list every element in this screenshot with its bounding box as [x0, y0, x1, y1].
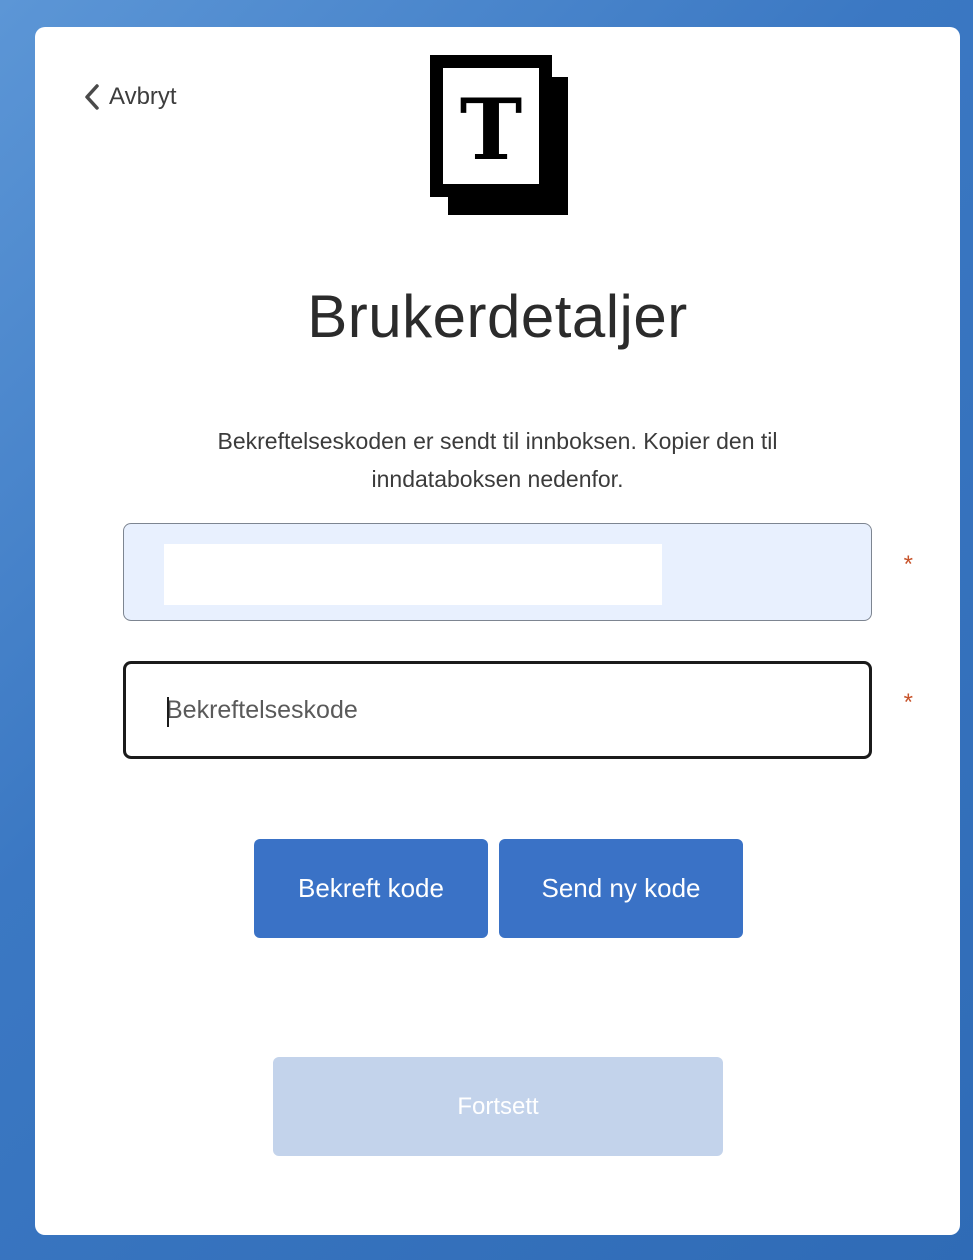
redacted-email-value — [164, 544, 662, 605]
verification-code-input[interactable] — [126, 664, 869, 756]
required-marker: * — [903, 689, 913, 716]
dialog-card: Avbryt T Brukerdetaljer Bekreftelseskode… — [35, 27, 960, 1235]
required-marker: * — [903, 551, 913, 578]
email-field[interactable] — [123, 523, 872, 621]
text-cursor — [167, 697, 169, 727]
code-field-row: * — [123, 661, 913, 759]
page-title: Brukerdetaljer — [307, 283, 688, 350]
cancel-label: Avbryt — [109, 83, 177, 110]
email-field-row: * — [123, 523, 913, 621]
confirm-code-button[interactable]: Bekreft kode — [254, 839, 488, 938]
instruction-text: Bekreftelseskoden er sendt til innboksen… — [217, 428, 778, 492]
continue-button[interactable]: Fortsett — [273, 1057, 723, 1156]
resend-code-button[interactable]: Send ny kode — [499, 839, 743, 938]
verification-code-field-wrapper — [123, 661, 872, 759]
logo-letter: T — [460, 80, 523, 179]
cancel-link[interactable]: Avbryt — [83, 83, 177, 111]
brand-logo: T — [430, 55, 568, 215]
chevron-left-icon — [85, 84, 99, 110]
